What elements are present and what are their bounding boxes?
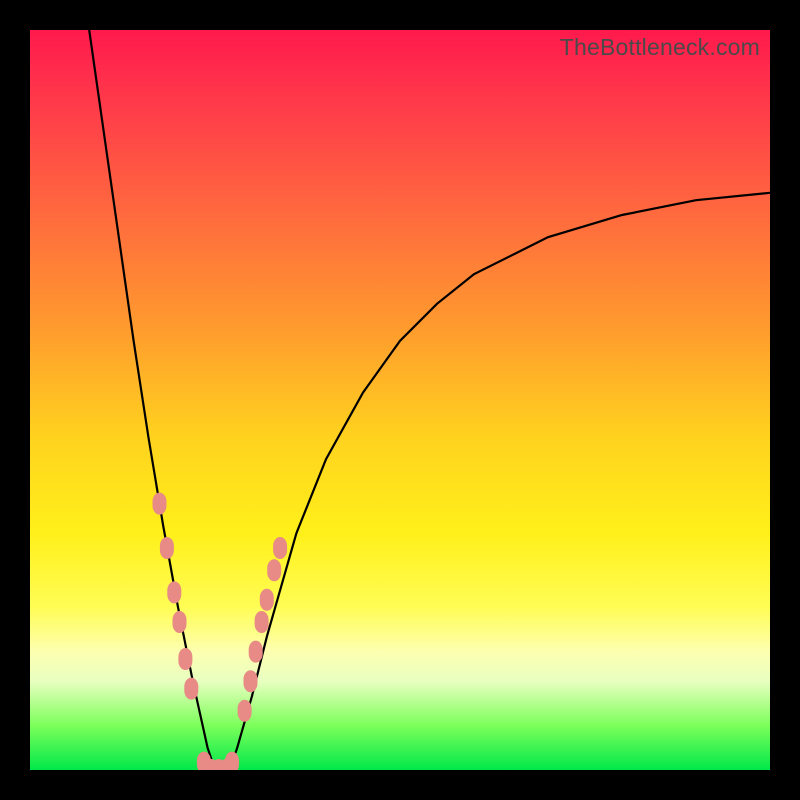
curve-marker: [249, 641, 263, 663]
curve-marker: [267, 559, 281, 581]
marker-group: [153, 493, 288, 770]
curve-marker: [184, 678, 198, 700]
curve-marker: [225, 752, 239, 770]
curve-marker: [244, 670, 258, 692]
bottleneck-curve-left: [89, 30, 222, 770]
curve-marker: [238, 700, 252, 722]
curve-marker: [178, 648, 192, 670]
curve-marker: [255, 611, 269, 633]
curve-marker: [153, 493, 167, 515]
curve-marker: [260, 589, 274, 611]
outer-frame: TheBottleneck.com: [0, 0, 800, 800]
curve-marker: [173, 611, 187, 633]
curve-svg: [30, 30, 770, 770]
plot-area: TheBottleneck.com: [30, 30, 770, 770]
curve-marker: [160, 537, 174, 559]
curve-marker: [167, 581, 181, 603]
curve-marker: [273, 537, 287, 559]
bottleneck-curve-right: [215, 193, 770, 770]
